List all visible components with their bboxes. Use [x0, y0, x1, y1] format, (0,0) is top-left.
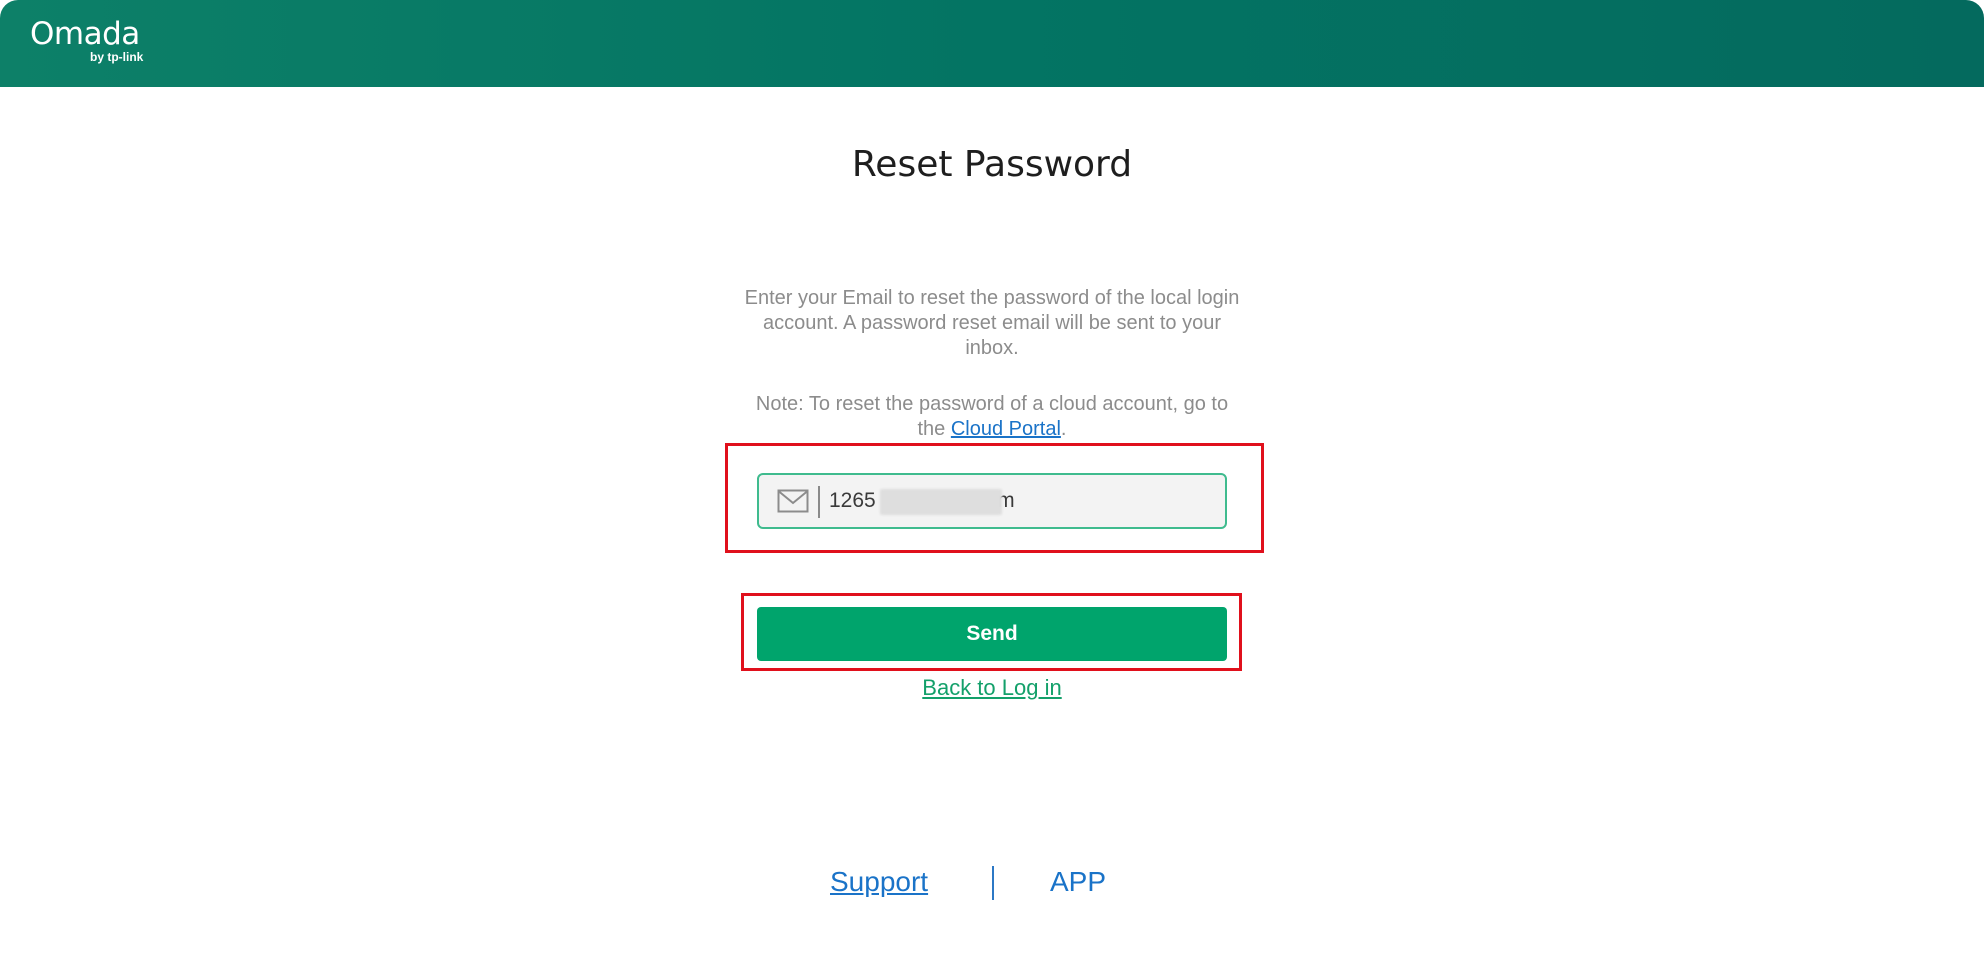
page-title: Reset Password — [851, 144, 1133, 185]
app-link[interactable]: APP — [1050, 866, 1106, 898]
redacted-email-mask — [880, 489, 1002, 515]
cloud-portal-link[interactable]: Cloud Portal — [951, 418, 1061, 440]
top-header: Omada by tp-link — [0, 0, 1984, 87]
reset-description: Enter your Email to reset the password o… — [744, 287, 1240, 359]
cloud-note-suffix: . — [1060, 418, 1067, 440]
email-field[interactable] — [757, 473, 1227, 529]
back-to-login-link[interactable]: Back to Log in — [922, 675, 1061, 700]
email-field-divider — [818, 486, 820, 518]
send-button[interactable]: Send — [757, 607, 1227, 661]
footer-divider — [992, 866, 994, 900]
page-frame: Omada by tp-link Reset Password Enter yo… — [0, 0, 1984, 954]
logo-text: Omada — [30, 16, 140, 52]
omada-logo: Omada by tp-link — [30, 16, 143, 64]
mail-icon — [777, 488, 809, 514]
footer-links: Support APP — [0, 862, 1984, 902]
logo-subtext: by tp-link — [90, 50, 144, 64]
back-to-login-container: Back to Log in — [0, 674, 1984, 702]
cloud-note: Note: To reset the password of a cloud a… — [742, 392, 1242, 442]
support-link[interactable]: Support — [830, 866, 928, 898]
